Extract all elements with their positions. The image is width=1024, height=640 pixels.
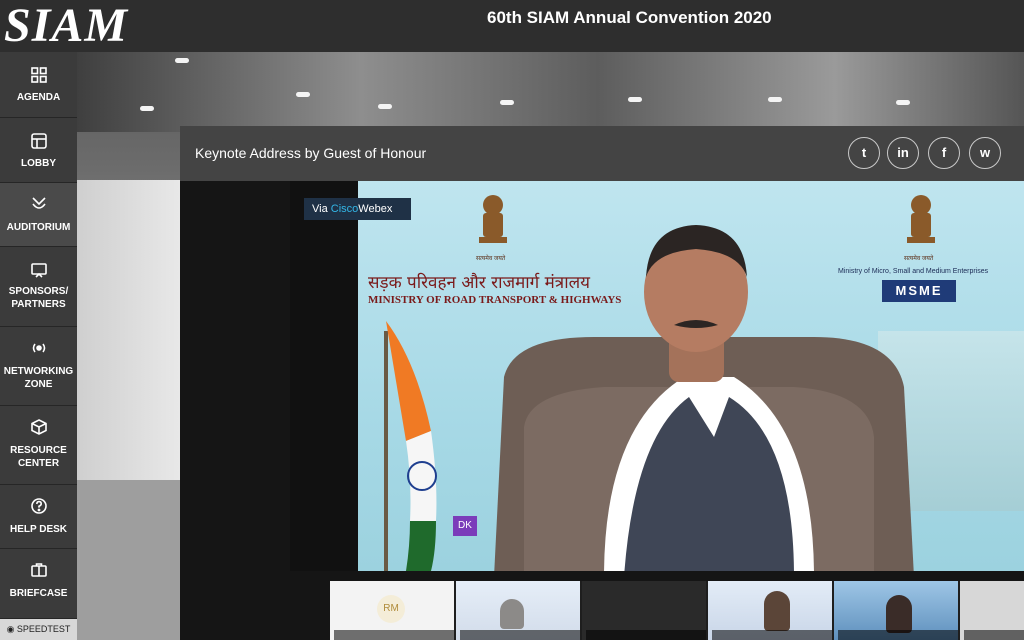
sidebar-item-sponsors-partners[interactable]: SPONSORS/ PARTNERS <box>0 247 77 327</box>
sidebar-item-label: RESOURCE CENTER <box>10 445 67 469</box>
ceiling-light <box>140 106 154 111</box>
auditorium-icon <box>31 197 46 209</box>
sidebar-item-help-desk[interactable]: HELP DESK <box>0 485 77 549</box>
national-emblem-icon <box>907 195 935 243</box>
monitor-icon <box>30 263 47 278</box>
participant-name-bar <box>964 630 1024 640</box>
webex-label: Webex <box>358 203 393 215</box>
cube-icon <box>30 419 47 435</box>
facebook-share-button[interactable]: f <box>928 137 960 169</box>
ceiling-light <box>896 100 910 105</box>
participant-name-bar <box>712 630 832 640</box>
participant-avatar: RM <box>377 595 405 623</box>
sidebar-item-briefcase[interactable]: BRIEFCASE <box>0 549 77 619</box>
ceiling-light <box>500 100 514 105</box>
india-flag <box>386 321 437 571</box>
grid-icon <box>30 67 47 83</box>
sidebar-item-lobby[interactable]: LOBBY <box>0 118 77 183</box>
sidebar-item-label: HELP DESK <box>9 524 68 535</box>
emblem-caption: सत्यमेव जयते <box>904 256 934 262</box>
ceiling-light <box>296 92 310 97</box>
participant-video <box>886 595 912 633</box>
ministry-hindi-name: सड़क परिवहन और राजमार्ग मंत्रालय <box>368 273 590 293</box>
via-label: Via <box>312 203 331 215</box>
msme-logo: MSME <box>882 280 956 302</box>
ceiling-light <box>768 97 782 102</box>
question-icon <box>30 498 47 514</box>
session-title: Keynote Address by Guest of Honour <box>195 145 427 161</box>
speedtest-button[interactable]: ◉ SPEEDTEST <box>0 619 77 640</box>
speaker-video <box>494 225 914 571</box>
sidebar-item-label: BRIEFCASE <box>9 588 68 599</box>
sidebar-item-auditorium[interactable]: AUDITORIUM <box>0 183 77 247</box>
sidebar-item-label: LOBBY <box>21 158 56 169</box>
layout-icon <box>30 133 47 149</box>
participant-name-bar <box>838 630 958 640</box>
twitter-share-button[interactable]: t <box>848 137 880 169</box>
sidebar-item-resource-center[interactable]: RESOURCE CENTER <box>0 406 77 485</box>
webex-badge: Via CiscoWebex <box>304 198 411 220</box>
participant-tile[interactable]: RM <box>330 581 454 640</box>
speedtest-icon: ◉ <box>6 624 17 634</box>
participant-video <box>764 591 790 631</box>
sidebar-item-label: AUDITORIUM <box>6 222 71 233</box>
twitter-icon: t <box>861 145 867 160</box>
top-bar: SIAM 60th SIAM Annual Convention 2020 <box>0 0 1024 52</box>
participant-tile[interactable] <box>456 581 580 640</box>
sidebar-item-label: NETWORKING ZONE <box>3 366 74 390</box>
national-emblem-icon <box>479 195 507 243</box>
participant-name-bar <box>460 630 580 640</box>
event-title: 60th SIAM Annual Convention 2020 <box>487 8 772 27</box>
cisco-label: Cisco <box>330 203 359 215</box>
participant-name-bar <box>334 630 454 640</box>
participant-name-bar <box>586 630 706 640</box>
linkedin-icon: in <box>897 145 909 160</box>
speedtest-label: SPEEDTEST <box>16 624 71 634</box>
sidebar-item-label: SPONSORS/ PARTNERS <box>8 286 69 310</box>
broadcast-icon <box>32 343 45 353</box>
whatsapp-share-button[interactable]: w <box>969 137 1001 169</box>
panel-header: Keynote Address by Guest of Honour t in … <box>180 126 1024 181</box>
facebook-icon: f <box>941 145 947 160</box>
siam-logo[interactable]: SIAM <box>4 0 128 53</box>
sidebar-item-agenda[interactable]: AGENDA <box>0 52 77 118</box>
participant-video <box>500 599 524 629</box>
participant-tile[interactable] <box>834 581 958 640</box>
venue-ceiling <box>77 52 1024 132</box>
ceiling-light <box>378 104 392 109</box>
channel-logo: DK <box>453 516 477 536</box>
venue-wall <box>77 180 180 490</box>
ceiling-light <box>175 58 189 63</box>
linkedin-share-button[interactable]: in <box>887 137 919 169</box>
emblem-caption: सत्यमेव जयते <box>476 256 506 262</box>
whatsapp-icon: w <box>979 145 991 160</box>
briefcase-icon <box>30 563 47 577</box>
ceiling-light <box>628 97 642 102</box>
ministry-english-name: MINISTRY OF ROAD TRANSPORT & HIGHWAYS <box>368 294 622 306</box>
participant-tile[interactable] <box>708 581 832 640</box>
participant-strip: RM <box>330 581 1024 640</box>
participant-tile[interactable] <box>582 581 706 640</box>
participant-tile[interactable] <box>960 581 1024 640</box>
app-root: SIAM 60th SIAM Annual Convention 2020 AG… <box>0 0 1024 640</box>
sidebar-item-label: AGENDA <box>16 92 61 103</box>
sidebar-item-networking-zone[interactable]: NETWORKING ZONE <box>0 327 77 406</box>
venue-seating <box>77 480 180 640</box>
msme-caption: Ministry of Micro, Small and Medium Ente… <box>838 268 989 275</box>
